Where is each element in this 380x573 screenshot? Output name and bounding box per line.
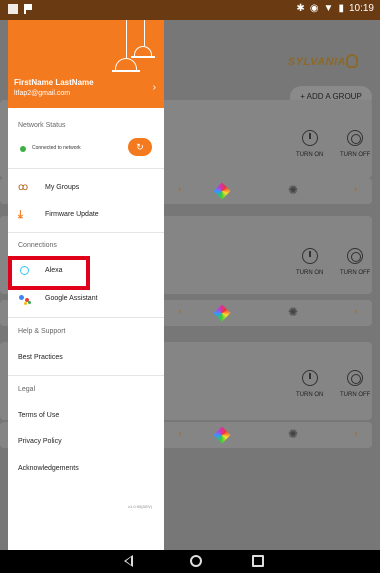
- groups-icon: ꝏ: [18, 182, 29, 193]
- power-on-icon[interactable]: [302, 248, 318, 264]
- power-on-icon[interactable]: [302, 370, 318, 386]
- home-icon[interactable]: [190, 555, 202, 567]
- notification-icon: [8, 4, 18, 14]
- turn-off-label: TURN OFF: [340, 270, 371, 276]
- menu-item-firmware-update[interactable]: ⤓ Firmware Update: [8, 205, 164, 227]
- chevron-right-icon[interactable]: ›: [354, 306, 357, 317]
- brand-logo: SYLVANIA: [287, 56, 346, 68]
- menu-item-google-assistant[interactable]: Google Assistant: [8, 289, 164, 311]
- alexa-highlight-box: [8, 256, 90, 290]
- refresh-network-button[interactable]: ↻: [128, 138, 152, 156]
- battery-icon: ▮: [338, 3, 344, 14]
- status-bar: ✱ ◉ ▼ ▮ 10:19: [0, 0, 380, 20]
- turn-on-label: TURN ON: [296, 270, 324, 276]
- turn-off-label: TURN OFF: [340, 392, 371, 398]
- back-icon[interactable]: [124, 555, 133, 567]
- privacy-policy-link[interactable]: Privacy Policy: [18, 438, 62, 445]
- bluetooth-icon: ✱: [296, 3, 305, 14]
- color-picker-icon[interactable]: [213, 426, 231, 444]
- power-off-icon[interactable]: [347, 370, 363, 386]
- menu-item-label: Firmware Update: [45, 211, 99, 218]
- brightness-icon[interactable]: ✺: [288, 305, 298, 319]
- user-email: ltfap2@gmail.com: [14, 90, 71, 97]
- refresh-icon: ↻: [136, 142, 144, 152]
- power-on-icon[interactable]: [302, 130, 318, 146]
- menu-item-label: My Groups: [45, 184, 80, 191]
- network-status-heading: Network Status: [18, 122, 66, 129]
- pendant-lamp-icon: [134, 46, 152, 56]
- chevron-right-icon[interactable]: ›: [178, 184, 181, 195]
- chevron-right-icon[interactable]: ›: [153, 82, 156, 93]
- chevron-right-icon[interactable]: ›: [178, 306, 181, 317]
- best-practices-link[interactable]: Best Practices: [18, 354, 63, 361]
- connections-heading: Connections: [18, 242, 57, 249]
- user-name: FirstName LastName: [14, 78, 94, 87]
- brightness-icon[interactable]: ✺: [288, 183, 298, 197]
- clock: 10:19: [348, 3, 374, 14]
- drawer-header[interactable]: FirstName LastName ltfap2@gmail.com ›: [8, 20, 164, 108]
- legal-heading: Legal: [18, 386, 36, 393]
- power-off-icon[interactable]: [347, 248, 363, 264]
- connected-status-icon: [20, 146, 26, 152]
- chevron-right-icon[interactable]: ›: [178, 428, 181, 439]
- google-assistant-icon: [18, 293, 32, 307]
- menu-item-label: Google Assistant: [45, 295, 98, 302]
- turn-on-label: TURN ON: [296, 152, 324, 158]
- terms-of-use-link[interactable]: Terms of Use: [18, 412, 59, 419]
- menu-item-my-groups[interactable]: ꝏ My Groups: [8, 178, 164, 200]
- chevron-right-icon[interactable]: ›: [354, 428, 357, 439]
- download-icon: ⤓: [18, 209, 23, 221]
- recent-apps-icon[interactable]: [252, 555, 264, 567]
- android-nav-bar: [0, 550, 380, 573]
- flag-icon: [24, 4, 34, 14]
- turn-off-label: TURN OFF: [340, 152, 371, 158]
- color-picker-icon[interactable]: [213, 182, 231, 200]
- pendant-lamp-icon: [115, 58, 137, 70]
- power-off-icon[interactable]: [347, 130, 363, 146]
- network-status-text: Connected to network: [32, 145, 81, 151]
- bulb-icon: [346, 54, 358, 68]
- sync-icon: ◉: [309, 3, 319, 14]
- color-picker-icon[interactable]: [213, 304, 231, 322]
- brightness-icon[interactable]: ✺: [288, 427, 298, 441]
- acknowledgements-link[interactable]: Acknowledgements: [18, 465, 79, 472]
- help-support-heading: Help & Support: [18, 328, 66, 335]
- chevron-right-icon[interactable]: ›: [354, 184, 357, 195]
- app-version: v1.0.90(DEV): [127, 504, 152, 509]
- turn-on-label: TURN ON: [296, 392, 324, 398]
- wifi-icon: ▼: [323, 3, 334, 14]
